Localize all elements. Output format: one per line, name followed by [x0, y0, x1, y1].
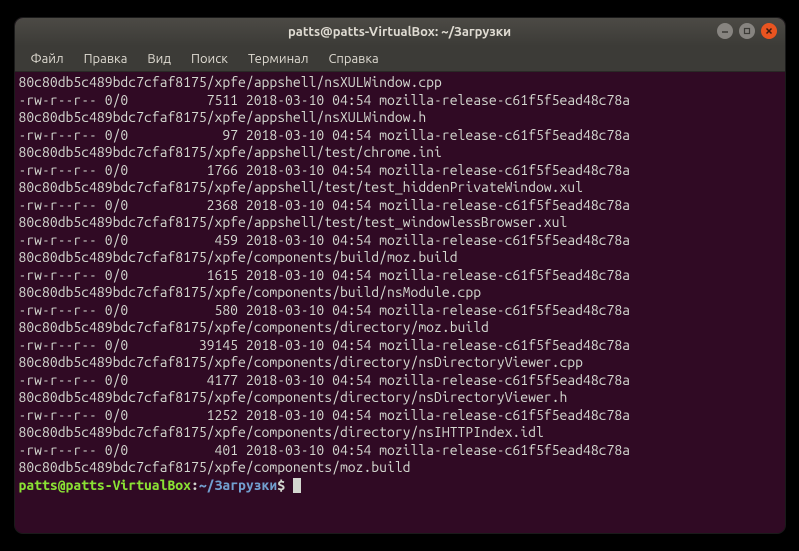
- close-button[interactable]: [761, 23, 777, 39]
- menu-file[interactable]: Файл: [23, 49, 72, 69]
- window-title: patts@patts-VirtualBox: ~/Загрузки: [288, 25, 511, 39]
- terminal-output[interactable]: 80c80db5c489bdc7cfaf8175/xpfe/appshell/n…: [15, 72, 785, 533]
- menu-search[interactable]: Поиск: [183, 49, 236, 69]
- terminal-window: patts@patts-VirtualBox: ~/Загрузки Файл …: [15, 18, 785, 533]
- titlebar[interactable]: patts@patts-VirtualBox: ~/Загрузки: [15, 18, 785, 46]
- menu-terminal[interactable]: Терминал: [240, 49, 316, 69]
- cursor: [293, 478, 301, 493]
- menubar: Файл Правка Вид Поиск Терминал Справка: [15, 46, 785, 72]
- minimize-button[interactable]: [717, 23, 733, 39]
- menu-edit[interactable]: Правка: [76, 49, 136, 69]
- menu-view[interactable]: Вид: [139, 49, 179, 69]
- window-controls: [717, 23, 777, 39]
- menu-help[interactable]: Справка: [320, 49, 386, 69]
- maximize-button[interactable]: [739, 23, 755, 39]
